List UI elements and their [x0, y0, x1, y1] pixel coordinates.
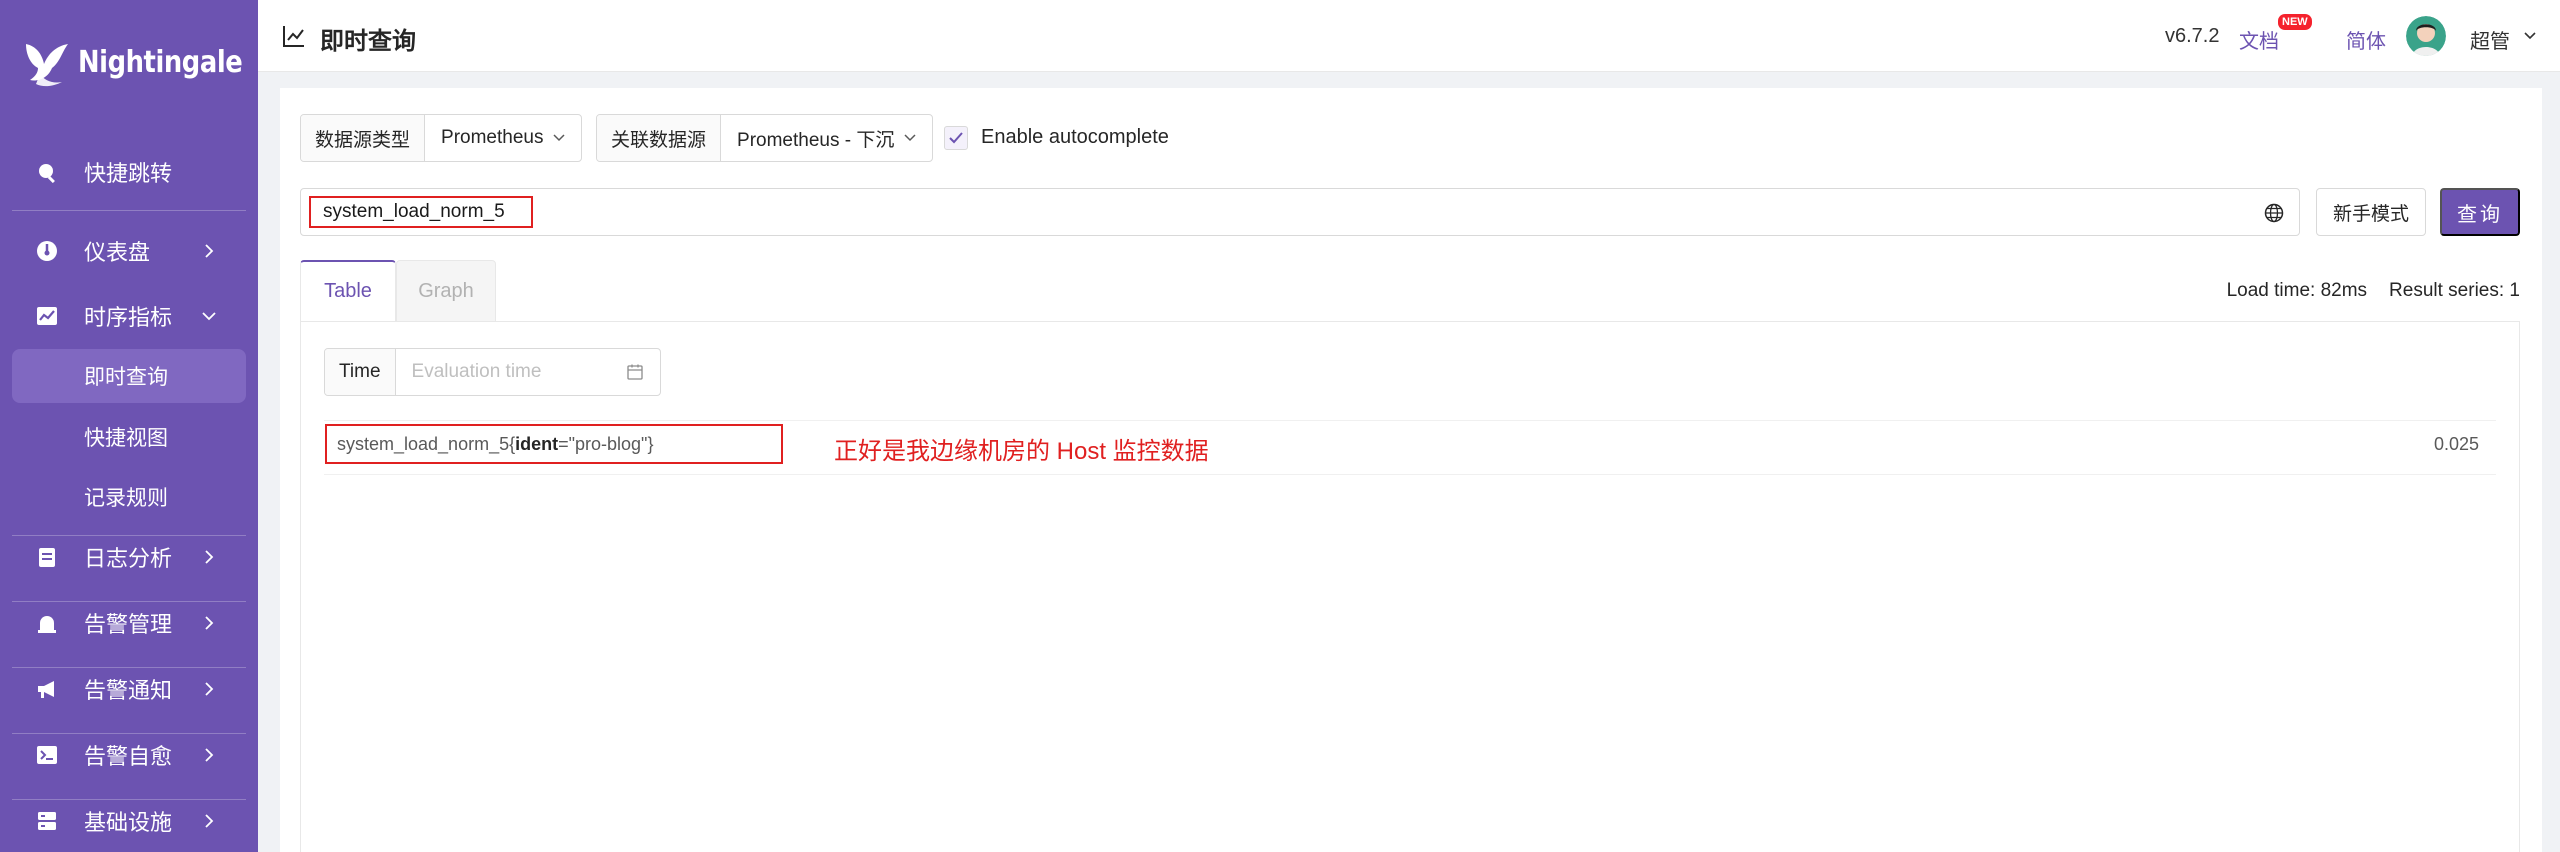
- sidebar-subitem-quick-view[interactable]: 快捷视图: [12, 410, 246, 464]
- autocomplete-checkbox[interactable]: [944, 126, 968, 150]
- sidebar-item-alert-self-healing[interactable]: 告警自愈: [0, 727, 258, 783]
- load-time: Load time: 82ms: [2226, 280, 2368, 301]
- series-label-key: ident: [515, 434, 559, 454]
- sidebar-item-alert-management[interactable]: 告警管理: [0, 595, 258, 651]
- chevron-right-icon: [205, 682, 214, 696]
- sidebar-item-infrastructure[interactable]: 基础设施: [0, 793, 258, 849]
- result-series-count: Result series: 1: [2389, 280, 2520, 301]
- logo-text: Nightingale: [78, 44, 243, 80]
- sidebar-item-label: 仪表盘: [84, 240, 151, 265]
- promql-input[interactable]: system_load_norm_5: [300, 188, 2300, 236]
- search-icon: [35, 160, 59, 184]
- chevron-down-icon: [553, 134, 565, 142]
- tab-table[interactable]: Table: [300, 260, 396, 322]
- table-row-value: 0.025: [2434, 434, 2480, 454]
- chevron-down-icon: [904, 134, 916, 142]
- query-button[interactable]: 查询: [2440, 188, 2520, 236]
- sidebar-item-label: 日志分析: [84, 546, 173, 571]
- datasource-value[interactable]: Prometheus - 下沉: [721, 115, 932, 161]
- top-header: 即时查询 v6.7.2 文档 NEW 简体 超管: [258, 0, 2560, 72]
- document-icon: [35, 545, 59, 569]
- evaluation-time-picker[interactable]: Time Evaluation time: [324, 348, 661, 396]
- sidebar-subitem-label: 即时查询: [84, 366, 168, 389]
- sidebar-subitem-label: 快捷视图: [84, 427, 168, 450]
- language-switch[interactable]: 简体: [2346, 25, 2386, 54]
- version-label: v6.7.2: [2165, 25, 2220, 47]
- panel-border: [2519, 322, 2520, 852]
- sidebar-item-label: 告警管理: [84, 612, 173, 637]
- server-icon: [35, 809, 59, 833]
- sidebar-divider: [12, 210, 246, 211]
- table-row-divider: [324, 474, 2496, 475]
- chevron-right-icon: [205, 748, 214, 762]
- time-label: Time: [325, 349, 396, 395]
- globe-icon[interactable]: [2263, 202, 2285, 224]
- datasource-label: 关联数据源: [597, 115, 722, 161]
- autocomplete-label[interactable]: Enable autocomplete: [981, 126, 1169, 149]
- sidebar-item-log-analysis[interactable]: 日志分析: [0, 529, 258, 585]
- sidebar-item-alert-notification[interactable]: 告警通知: [0, 661, 258, 717]
- table-row-series: system_load_norm_5{ident="pro-blog"}: [337, 434, 653, 455]
- sidebar-subitem-recording-rules[interactable]: 记录规则: [12, 470, 246, 524]
- alarm-icon: [35, 611, 59, 635]
- sidebar-item-label: 时序指标: [84, 305, 173, 330]
- logo[interactable]: Nightingale: [18, 34, 269, 90]
- series-label-value: ="pro-blog"}: [558, 434, 654, 454]
- line-chart-icon: [35, 304, 59, 328]
- novice-mode-button[interactable]: 新手模式: [2316, 188, 2426, 236]
- datasource-type-select[interactable]: 数据源类型 Prometheus: [300, 114, 583, 162]
- promql-query-text[interactable]: system_load_norm_5: [323, 201, 505, 223]
- datasource-value-text: Prometheus - 下沉: [737, 129, 895, 151]
- sidebar-item-metrics[interactable]: 时序指标: [0, 288, 258, 344]
- chevron-right-icon: [205, 244, 214, 258]
- chevron-down-icon[interactable]: [2522, 28, 2538, 44]
- result-tabs: Table Graph: [300, 260, 496, 322]
- sidebar-item-dashboard[interactable]: 仪表盘: [0, 223, 258, 279]
- datasource-type-value[interactable]: Prometheus: [425, 115, 581, 161]
- annotation-text: 正好是我边缘机房的 Host 监控数据: [834, 438, 1209, 465]
- query-card: 数据源类型 Prometheus 关联数据源 Prometheus - 下沉 E…: [280, 88, 2542, 852]
- sidebar: Nightingale 快捷跳转 仪表盘 时序指标 即时查询 快捷视图 记录规则: [0, 0, 258, 852]
- sidebar-subitem-label: 记录规则: [84, 487, 168, 510]
- panel-border: [300, 322, 301, 852]
- nightingale-logo-icon: [26, 44, 68, 87]
- user-name[interactable]: 超管: [2470, 25, 2510, 54]
- chevron-down-icon: [202, 312, 216, 321]
- sidebar-item-quick-jump[interactable]: 快捷跳转: [0, 144, 258, 200]
- sidebar-item-label: 基础设施: [84, 810, 173, 835]
- tab-graph[interactable]: Graph: [396, 260, 496, 322]
- datasource-select[interactable]: 关联数据源 Prometheus - 下沉: [596, 114, 934, 162]
- evaluation-time-placeholder: Evaluation time: [411, 361, 542, 382]
- chevron-right-icon: [205, 814, 214, 828]
- check-icon: [949, 132, 963, 144]
- tabs-divider: [300, 321, 2520, 322]
- query-stats: Load time: 82ms Result series: 1: [2227, 280, 2520, 302]
- chevron-right-icon: [205, 616, 214, 630]
- series-metric: system_load_norm_5{: [337, 434, 516, 454]
- sidebar-item-label: 快捷跳转: [84, 161, 173, 186]
- page-title: 即时查询: [320, 28, 416, 55]
- avatar[interactable]: [2406, 16, 2446, 56]
- line-chart-icon: [283, 26, 304, 47]
- sidebar-subitem-instant-query[interactable]: 即时查询: [12, 349, 246, 403]
- table-row-divider: [324, 420, 2496, 421]
- docs-link[interactable]: 文档: [2239, 25, 2279, 54]
- new-badge: NEW: [2278, 14, 2312, 30]
- megaphone-icon: [35, 677, 59, 701]
- sidebar-item-label: 告警通知: [84, 678, 173, 703]
- chevron-right-icon: [205, 550, 214, 564]
- evaluation-time-input[interactable]: Evaluation time: [396, 349, 660, 395]
- datasource-type-value-text: Prometheus: [441, 127, 544, 148]
- dashboard-icon: [35, 239, 59, 263]
- calendar-icon: [626, 364, 643, 380]
- sidebar-item-label: 告警自愈: [84, 744, 173, 769]
- datasource-type-label: 数据源类型: [301, 115, 426, 161]
- terminal-icon: [35, 743, 59, 767]
